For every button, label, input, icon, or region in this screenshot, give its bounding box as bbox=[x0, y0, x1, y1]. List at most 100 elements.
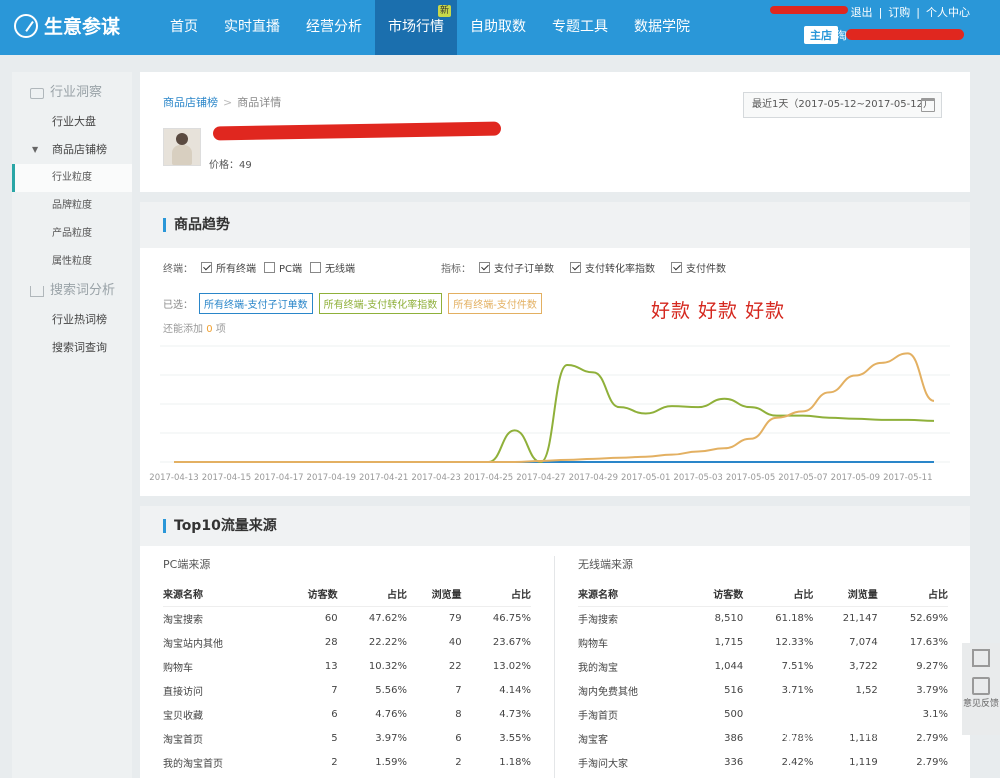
qr-code-icon[interactable] bbox=[972, 649, 990, 667]
sidebar-item-industry-granularity[interactable]: 行业粒度 bbox=[12, 164, 132, 192]
floating-tools: 意见反馈 bbox=[962, 643, 1000, 735]
trend-title: 商品趋势 bbox=[163, 218, 230, 232]
watermark-logo: Bai 经验 bbox=[760, 693, 882, 726]
table-row: 购物车 1,715 12.33% 7,074 17.63% bbox=[578, 630, 948, 654]
handwritten-annotation: 好款 好款 好款 bbox=[651, 300, 786, 322]
source-name-cell: 购物车 bbox=[578, 638, 608, 650]
caret-down-icon: ▼ bbox=[32, 145, 39, 154]
tag-conversion-index[interactable]: 所有终端-支付转化率指数 bbox=[318, 293, 443, 314]
breadcrumb-link[interactable]: 商品店铺榜 bbox=[163, 96, 218, 109]
source-name-cell: 淘内免费其他 bbox=[578, 686, 638, 698]
value-cell: 3,722 bbox=[849, 660, 878, 672]
nav-business-analysis[interactable]: 经营分析 bbox=[293, 0, 375, 55]
value-cell: 516 bbox=[724, 684, 744, 696]
source-name-cell: 我的淘宝首页 bbox=[163, 758, 223, 770]
redacted-username bbox=[770, 6, 848, 14]
nav-home[interactable]: 首页 bbox=[157, 0, 211, 55]
checkbox-sub-orders[interactable] bbox=[479, 262, 491, 273]
value-cell: 3.97% bbox=[375, 732, 407, 744]
sidebar-item-rank[interactable]: ▼ 商品店铺榜 bbox=[12, 136, 132, 164]
nav-realtime[interactable]: 实时直播 bbox=[211, 0, 293, 55]
x-tick-label: 2017-04-19 bbox=[307, 473, 356, 483]
date-range-picker[interactable]: 最近1天（2017-05-12~2017-05-12） bbox=[743, 92, 942, 118]
external-link-icon[interactable] bbox=[972, 677, 990, 695]
value-cell: 22 bbox=[448, 660, 462, 672]
checkbox-label: 支付子订单数 bbox=[494, 264, 555, 275]
nav-tools[interactable]: 专题工具 bbox=[539, 0, 621, 55]
sidebar-item-brand-granularity[interactable]: 品牌粒度 bbox=[12, 192, 132, 220]
value-cell: 22.22% bbox=[368, 636, 407, 648]
x-tick-label: 2017-05-01 bbox=[621, 473, 670, 483]
top10-title: Top10流量来源 bbox=[163, 519, 277, 533]
x-tick-label: 2017-05-11 bbox=[883, 473, 932, 483]
nav-self-service[interactable]: 自助取数 bbox=[457, 0, 539, 55]
nav-market-label: 市场行情 bbox=[388, 19, 444, 35]
source-name-cell: 购物车 bbox=[163, 662, 193, 674]
col-header: 访客数 bbox=[688, 582, 744, 607]
checkbox-label: 所有终端 bbox=[216, 264, 256, 275]
order-link[interactable]: 订购 bbox=[888, 4, 910, 20]
breadcrumb: 商品店铺榜 > 商品详情 bbox=[163, 94, 281, 110]
checkbox-wireless[interactable] bbox=[310, 262, 322, 273]
x-tick-label: 2017-04-21 bbox=[359, 473, 408, 483]
checkbox-pieces[interactable] bbox=[671, 262, 683, 273]
col-header: 来源名称 bbox=[578, 582, 688, 607]
sidebar-item-product-granularity[interactable]: 产品粒度 bbox=[12, 220, 132, 248]
source-name-cell: 淘宝客 bbox=[578, 734, 608, 746]
value-cell: 1.18% bbox=[499, 756, 531, 768]
add-more-hint: 还能添加 0 项 bbox=[163, 320, 226, 335]
x-tick-label: 2017-05-05 bbox=[726, 473, 775, 483]
x-tick-label: 2017-05-03 bbox=[673, 473, 722, 483]
pc-source-table: PC端来源 来源名称 访客数 占比 浏览量 占比 淘宝搜索 60 47.62% 79 4… bbox=[163, 556, 531, 774]
table-row: 手淘问大家 336 2.42% 1,119 2.79% bbox=[578, 750, 948, 774]
value-cell: 2.79% bbox=[916, 756, 948, 768]
value-cell: 21,147 bbox=[842, 612, 878, 624]
checkbox-conversion-index[interactable] bbox=[570, 262, 582, 273]
value-cell: 46.75% bbox=[492, 612, 531, 624]
col-header: 占比 bbox=[461, 582, 531, 607]
value-cell: 3.79% bbox=[916, 684, 948, 696]
x-tick-label: 2017-05-09 bbox=[831, 473, 880, 483]
source-name-cell: 手淘搜索 bbox=[578, 614, 618, 626]
col-header: 来源名称 bbox=[163, 582, 283, 607]
value-cell: 79 bbox=[448, 612, 462, 624]
sidebar-item-word-query[interactable]: 搜索词查询 bbox=[12, 334, 132, 362]
col-header: 占比 bbox=[743, 582, 814, 607]
value-cell: 61.18% bbox=[775, 612, 814, 624]
logout-link[interactable]: 退出 bbox=[851, 4, 873, 20]
col-header: 占比 bbox=[337, 582, 407, 607]
value-cell: 4.76% bbox=[375, 708, 407, 720]
value-cell: 8,510 bbox=[714, 612, 744, 624]
product-thumbnail[interactable] bbox=[163, 128, 201, 166]
feedback-link[interactable]: 意见反馈 bbox=[962, 699, 1000, 710]
nav-academy[interactable]: 数据学院 bbox=[621, 0, 703, 55]
value-cell: 2 bbox=[455, 756, 462, 768]
date-range-text: 最近1天（2017-05-12~2017-05-12） bbox=[752, 99, 933, 110]
x-tick-label: 2017-04-29 bbox=[569, 473, 618, 483]
calendar-icon[interactable] bbox=[921, 98, 935, 112]
sidebar-item-attribute-granularity[interactable]: 属性粒度 bbox=[12, 248, 132, 276]
value-cell: 7.51% bbox=[781, 660, 814, 672]
source-name-cell: 淘宝搜索 bbox=[163, 614, 203, 626]
checkbox-label: 支付件数 bbox=[686, 264, 727, 275]
value-cell: 3.1% bbox=[922, 708, 948, 720]
source-name-cell: 淘宝首页 bbox=[163, 734, 203, 746]
column-divider bbox=[554, 556, 555, 778]
terminal-label: 终端： bbox=[163, 264, 193, 275]
logo-icon bbox=[14, 13, 38, 38]
table-row: 我的淘宝首页 2 1.59% 2 1.18% bbox=[163, 750, 531, 774]
sidebar-item-industry-overview[interactable]: 行业大盘 bbox=[12, 108, 132, 136]
series-line-1[interactable] bbox=[173, 363, 935, 464]
source-name-cell: 手淘首页 bbox=[578, 710, 618, 722]
nav-market[interactable]: 市场行情 新 bbox=[375, 0, 457, 55]
source-name-cell: 手淘问大家 bbox=[578, 758, 628, 770]
value-cell: 13.02% bbox=[492, 660, 531, 672]
logo[interactable]: 生意参谋 bbox=[14, 12, 120, 39]
personal-center-link[interactable]: 个人中心 bbox=[926, 4, 970, 20]
tag-pieces[interactable]: 所有终端-支付件数 bbox=[448, 293, 542, 314]
checkbox-pc[interactable] bbox=[264, 262, 275, 273]
sidebar-item-hot-words[interactable]: 行业热词榜 bbox=[12, 306, 132, 334]
tag-sub-orders[interactable]: 所有终端-支付子订单数 bbox=[199, 293, 313, 314]
value-cell: 28 bbox=[324, 636, 338, 648]
checkbox-all-terminals[interactable] bbox=[201, 262, 212, 273]
